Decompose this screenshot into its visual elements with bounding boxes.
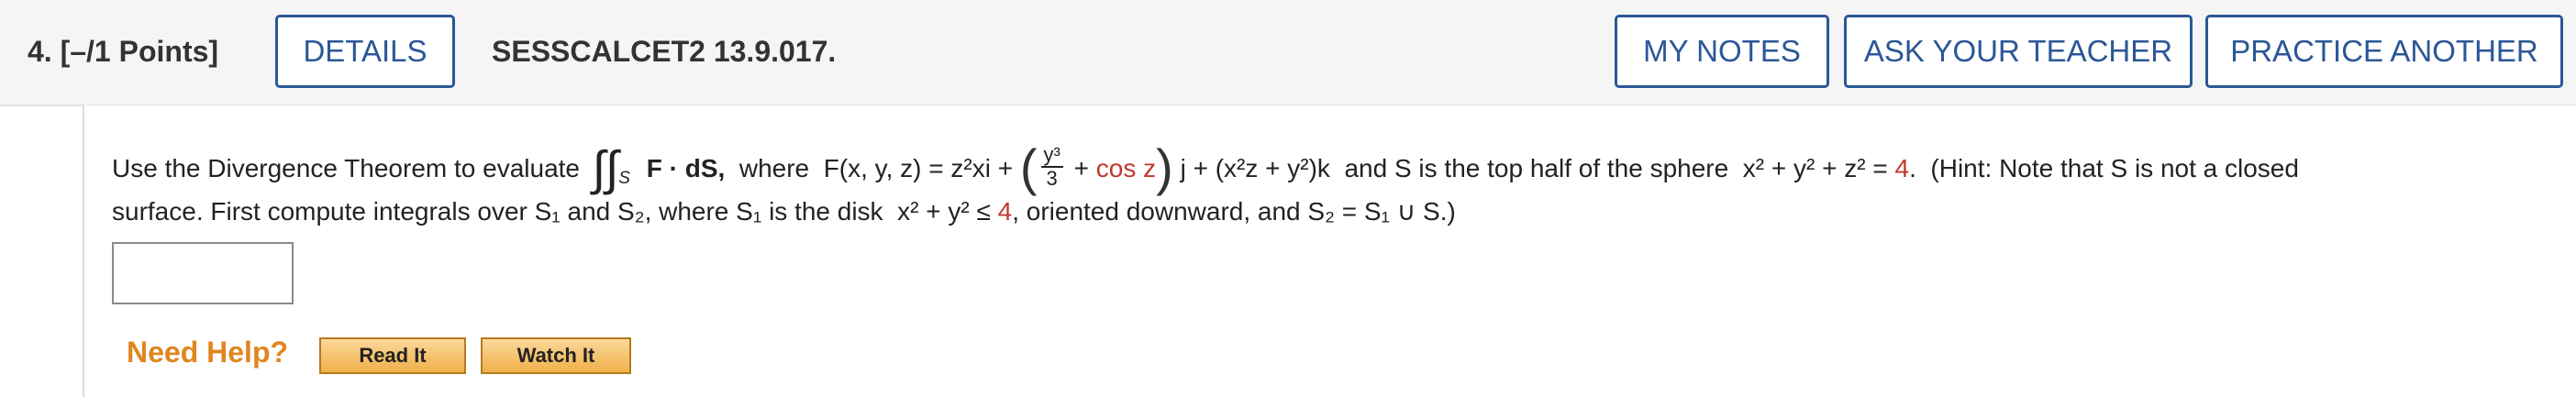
- question-number: 4. [–/1 Points]: [28, 35, 219, 68]
- fraction-denominator: 3: [1046, 166, 1058, 190]
- points-label: [–/1 Points]: [60, 35, 219, 68]
- hint-text: (Hint: Note that S is not a closed: [1930, 154, 2299, 182]
- cos-term: cos z: [1095, 154, 1157, 182]
- field-definition: F(x, y, z) =: [823, 154, 944, 182]
- sphere-equation: x² + y² + z² =: [1742, 154, 1888, 182]
- read-it-button[interactable]: Read It: [319, 337, 466, 374]
- practice-another-button[interactable]: PRACTICE ANOTHER: [2205, 15, 2563, 88]
- problem-line-2: surface. First compute integrals over S₁…: [112, 196, 1456, 226]
- problem-line-1: Use the Divergence Theorem to evaluate ∫…: [112, 138, 2299, 197]
- sphere-radius-value: 4: [1894, 154, 1910, 182]
- fraction-numerator: y³: [1040, 143, 1063, 168]
- field-term-1: z²xi +: [950, 154, 1014, 182]
- disk-value: 4: [997, 197, 1013, 226]
- details-button[interactable]: DETAILS: [275, 15, 455, 88]
- disk-equation: x² + y² ≤: [897, 197, 991, 226]
- surface-description: and S is the top half of the sphere: [1344, 154, 1729, 182]
- where-text: where: [738, 154, 810, 182]
- watch-it-button[interactable]: Watch It: [481, 337, 631, 374]
- answer-input[interactable]: [112, 242, 294, 304]
- integrand-text: F · dS,: [646, 154, 726, 182]
- left-paren: (: [1019, 138, 1038, 197]
- double-integral-sign: ∫∫: [592, 142, 619, 195]
- line-2-end: , oriented downward, and S₂ = S₁ ∪ S.): [1012, 197, 1456, 226]
- field-term-2: j + (x²z + y²)k: [1180, 154, 1330, 182]
- ask-teacher-button[interactable]: ASK YOUR TEACHER: [1844, 15, 2193, 88]
- intro-text: Use the Divergence Theorem to evaluate: [112, 154, 580, 182]
- question-id: SESSCALCET2 13.9.017.: [492, 35, 837, 68]
- plus-sign: +: [1073, 154, 1089, 182]
- need-help-label: Need Help?: [127, 336, 289, 369]
- my-notes-button[interactable]: MY NOTES: [1615, 15, 1829, 88]
- right-paren: ): [1156, 138, 1173, 197]
- surface-subscript: S: [618, 169, 630, 188]
- question-header: 4. [–/1 Points] DETAILS SESSCALCET2 13.9…: [0, 0, 2576, 106]
- line-2-text: surface. First compute integrals over S₁…: [112, 197, 883, 226]
- fraction: y³ 3: [1040, 143, 1063, 190]
